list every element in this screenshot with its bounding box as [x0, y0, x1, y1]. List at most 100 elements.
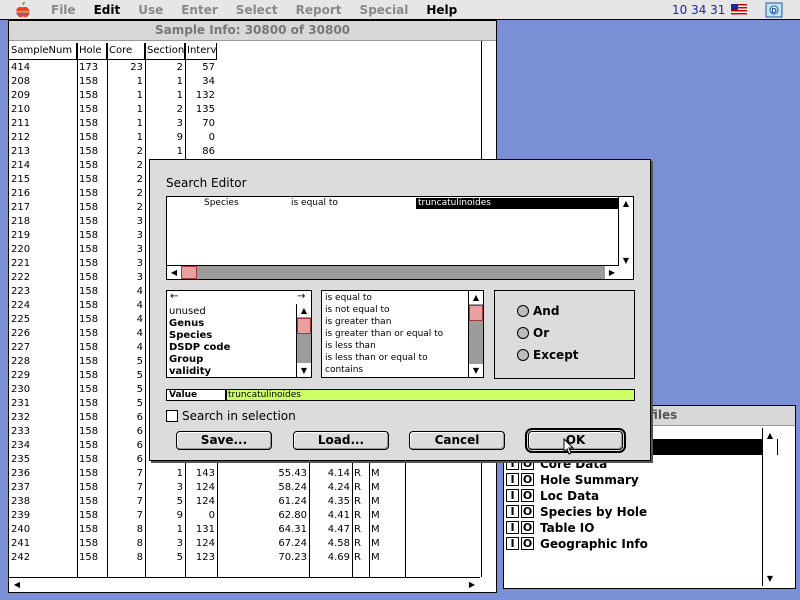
radio-or[interactable]: Or: [517, 325, 549, 341]
menu-bar: File Edit Use Enter Select Report Specia…: [0, 0, 800, 20]
us-flag-icon[interactable]: [731, 4, 747, 15]
column-header[interactable]: Interval: [185, 43, 217, 60]
scroll-left-arrow-icon[interactable]: ◀: [167, 266, 181, 279]
field-scroll-thumb[interactable]: [297, 318, 311, 334]
scroll-right-arrow-icon[interactable]: ▶: [605, 266, 619, 279]
scroll-right-arrow-icon[interactable]: ▶: [465, 578, 479, 591]
table-row[interactable]: 213 158 2 1 86: [9, 145, 399, 159]
table-row[interactable]: 211 158 1 3 70: [9, 117, 399, 131]
value-input[interactable]: truncatulinoides: [226, 389, 635, 401]
column-header[interactable]: SampleNum: [9, 43, 77, 60]
scroll-down-arrow-icon[interactable]: ▼: [469, 364, 483, 377]
operator-item[interactable]: is greater than: [325, 316, 391, 328]
scroll-down-arrow-icon[interactable]: ▼: [619, 254, 633, 267]
scroll-up-arrow-icon[interactable]: ▲: [619, 197, 633, 210]
table-cell: 158: [79, 174, 99, 185]
operator-item[interactable]: is greater than or equal to: [325, 328, 443, 340]
scroll-down-arrow-icon[interactable]: ▼: [297, 364, 311, 377]
criteria-vertical-scrollbar[interactable]: ▲ ▼: [618, 197, 633, 267]
operator-item[interactable]: is not equal to: [325, 304, 390, 316]
scroll-up-arrow-icon[interactable]: ▲: [763, 429, 777, 442]
field-item[interactable]: unused: [169, 306, 206, 318]
file-list-item[interactable]: I O Geographic Info: [506, 535, 778, 551]
input-icon[interactable]: I: [506, 537, 519, 550]
output-icon[interactable]: O: [521, 537, 534, 550]
field-item[interactable]: validity: [169, 366, 211, 378]
output-icon[interactable]: O: [521, 505, 534, 518]
file-list-item[interactable]: I O Table IO: [506, 519, 778, 535]
ok-button[interactable]: OK: [525, 428, 626, 453]
menu-special[interactable]: Special: [351, 3, 418, 17]
table-row[interactable]: 239 158 7 9 0 62.80 4.41 R M: [9, 509, 399, 523]
menu-edit[interactable]: Edit: [85, 3, 130, 17]
criteria-horizontal-scrollbar[interactable]: ◀ ▶: [167, 265, 619, 279]
table-row[interactable]: 238 158 7 5 124 61.24 4.35 R M: [9, 495, 399, 509]
radio-except[interactable]: Except: [517, 347, 579, 363]
window-title[interactable]: Sample Info: 30800 of 30800: [9, 21, 496, 41]
input-icon[interactable]: I: [506, 505, 519, 518]
column-header[interactable]: Core: [107, 43, 145, 60]
operator-item[interactable]: contains: [325, 364, 363, 376]
input-icon[interactable]: I: [506, 521, 519, 534]
criteria-list[interactable]: Species is equal to truncatulinoides ▲ ▼…: [166, 196, 634, 280]
column-header[interactable]: Section: [145, 43, 185, 60]
output-icon[interactable]: O: [521, 489, 534, 502]
field-list[interactable]: ← → unused Genus Species DSDP code Group…: [166, 290, 312, 378]
apple-menu-icon[interactable]: [12, 1, 34, 19]
field-item[interactable]: Group: [169, 354, 203, 366]
scroll-down-arrow-icon[interactable]: ▼: [763, 572, 777, 585]
operator-item[interactable]: is equal to: [325, 292, 372, 304]
operator-scroll-thumb[interactable]: [469, 305, 483, 321]
criteria-row[interactable]: Species is equal to truncatulinoides: [167, 198, 619, 209]
table-row[interactable]: 212 158 1 9 0: [9, 131, 399, 145]
output-icon[interactable]: O: [521, 473, 534, 486]
application-menu-icon[interactable]: D: [765, 2, 783, 18]
cancel-button[interactable]: Cancel: [409, 431, 505, 450]
field-item[interactable]: Species: [169, 330, 212, 342]
table-row[interactable]: 208 158 1 1 34: [9, 75, 399, 89]
scroll-up-arrow-icon[interactable]: ▲: [469, 291, 483, 304]
table-row[interactable]: 237 158 7 3 124 58.24 4.24 R M: [9, 481, 399, 495]
table-row[interactable]: 414 173 23 2 57: [9, 61, 399, 75]
menu-help[interactable]: Help: [417, 3, 466, 17]
output-icon[interactable]: O: [521, 521, 534, 534]
search-in-selection-checkbox[interactable]: Search in selection: [166, 409, 296, 423]
table-row[interactable]: 209 158 1 1 132: [9, 89, 399, 103]
operator-list[interactable]: is equal to is not equal to is greater t…: [321, 290, 484, 378]
input-icon[interactable]: I: [506, 489, 519, 502]
column-header[interactable]: Hole: [77, 43, 107, 60]
field-item[interactable]: DSDP code: [169, 342, 230, 354]
scroll-left-arrow-icon[interactable]: ◀: [10, 578, 24, 591]
table-row[interactable]: 241 158 8 3 124 67.24 4.58 R M: [9, 537, 399, 551]
file-list-item[interactable]: I O Species by Hole: [506, 503, 778, 519]
menu-report[interactable]: Report: [287, 3, 351, 17]
scroll-up-arrow-icon[interactable]: ▲: [297, 304, 311, 317]
menu-select[interactable]: Select: [227, 3, 287, 17]
file-list-item[interactable]: I O Hole Summary: [506, 471, 778, 487]
operator-item[interactable]: is less than: [325, 340, 376, 352]
table-cell: 3: [176, 538, 183, 549]
load-button[interactable]: Load...: [293, 431, 389, 450]
table-horizontal-scrollbar[interactable]: ◀ ▶: [9, 577, 480, 592]
table-cell: 228: [11, 356, 31, 367]
file-list-item[interactable]: I O Loc Data: [506, 487, 778, 503]
arrow-left-icon[interactable]: ←: [170, 291, 178, 303]
arrow-right-icon[interactable]: →: [297, 291, 305, 303]
menu-enter[interactable]: Enter: [172, 3, 227, 17]
table-row[interactable]: 240 158 8 1 131 64.31 4.47 R M: [9, 523, 399, 537]
menu-file[interactable]: File: [42, 3, 85, 17]
operator-list-scrollbar[interactable]: ▲ ▼: [468, 291, 483, 377]
radio-and[interactable]: And: [517, 303, 559, 319]
operator-item[interactable]: is less than or equal to: [325, 352, 428, 364]
save-button[interactable]: Save...: [176, 431, 272, 450]
field-list-scrollbar[interactable]: ▲ ▼: [296, 304, 311, 377]
table-row[interactable]: 236 158 7 1 143 55.43 4.14 R M: [9, 467, 399, 481]
table-row[interactable]: 242 158 8 5 123 70.23 4.69 R M: [9, 551, 399, 565]
input-icon[interactable]: I: [506, 473, 519, 486]
menu-use[interactable]: Use: [129, 3, 172, 17]
files-vertical-scrollbar[interactable]: ▲ ▼: [762, 428, 777, 586]
table-row[interactable]: 210 158 1 2 135: [9, 103, 399, 117]
field-item[interactable]: Genus: [169, 318, 204, 330]
horizontal-scroll-thumb[interactable]: [181, 266, 197, 279]
criteria-field: Species: [204, 198, 239, 208]
